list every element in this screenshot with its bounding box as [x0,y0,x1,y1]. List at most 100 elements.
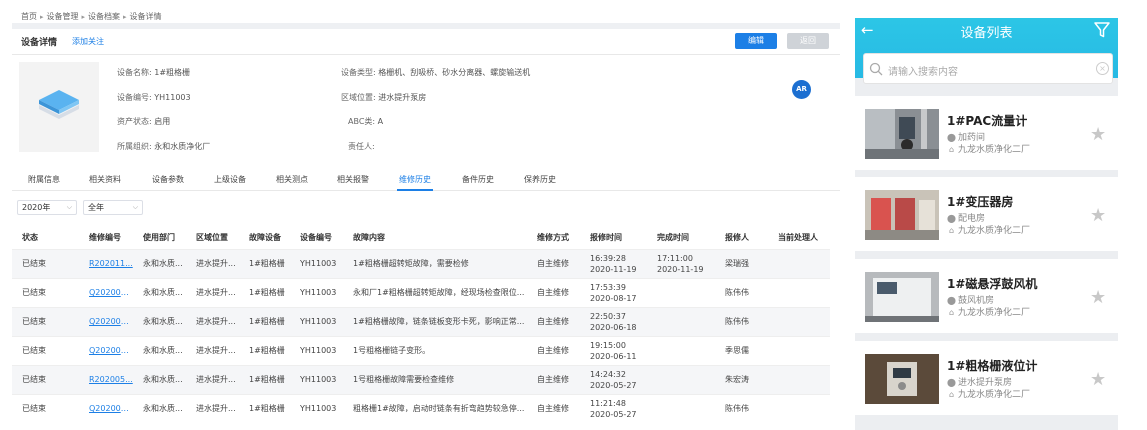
device-card-pac-flowmeter[interactable]: 1#PAC流量计 ⬤ 加药间 ⌂ 九龙水质净化二厂 ★ [855,96,1118,170]
device-thumbnail [865,109,939,159]
cell-repair-no-link[interactable]: R202011... [79,248,133,278]
cell-repair-no-link[interactable]: R202005... [79,364,133,394]
star-icon[interactable]: ★ [1090,287,1106,308]
chevron-right-icon: ▸ [81,13,86,21]
star-icon[interactable]: ★ [1090,369,1106,390]
cell-area: 进水提升... [186,248,239,278]
tab-device-params[interactable]: 设备参数 [152,174,184,185]
col-finish-time[interactable]: 完成时间 [647,227,715,249]
star-icon[interactable]: ★ [1090,205,1106,226]
table-row[interactable]: 已结束 Q202008... 永和水质... 进水提升... 1#粗格栅 YH11003 永… [12,277,830,307]
tab-spare-history[interactable]: 备件历史 [462,174,494,185]
cell-report-time: 16:39:28 2020-11-19 [580,248,647,278]
cell-repair-method: 自主维修 [527,364,580,394]
tab-attached-info[interactable]: 附属信息 [28,174,60,185]
star-icon[interactable]: ★ [1090,124,1106,145]
table-row[interactable]: 已结束 Q202006... 永和水质... 进水提升... 1#粗格栅 YH11003 1… [12,306,830,336]
breadcrumb-device-archive[interactable]: 设备档案 [88,12,120,21]
device-card-name: 1#PAC流量计 [947,114,1028,128]
cell-reporter: 季思儒 [715,335,768,365]
back-button[interactable]: 返回 [787,33,829,49]
cell-dept: 永和水质... [133,393,186,423]
chevron-down-icon: ⌵ [66,203,72,211]
cell-reporter: 陈伟伟 [715,277,768,307]
cell-dept: 永和水质... [133,335,186,365]
col-fault-device[interactable]: 故障设备 [239,227,290,249]
cell-fault-content: 1#粗格栅超转矩故障，需要检修 [343,248,527,278]
breadcrumb-home[interactable]: 首页 [21,12,37,21]
cell-repair-no-link[interactable]: Q202008... [79,277,133,307]
ar-icon[interactable]: AR [792,80,811,99]
cell-repair-method: 自主维修 [527,306,580,336]
device-name-row: 设备名称: 1#粗格栅 [117,68,191,77]
search-icon [869,62,883,76]
tab-repair-history[interactable]: 维修历史 [399,174,431,185]
tab-related-points[interactable]: 相关测点 [276,174,308,185]
tab-related-docs[interactable]: 相关资料 [89,174,121,185]
device-card-name: 1#粗格栅液位计 [947,359,1038,373]
cell-fault-device: 1#粗格栅 [239,248,290,278]
tab-parent-device[interactable]: 上级设备 [214,174,246,185]
device-card-org: ⌂ 九龙水质净化二厂 [948,390,1031,400]
breadcrumb: 首页 ▸ 设备管理 ▸ 设备档案 ▸ 设备详情 [21,11,162,22]
cell-repair-method: 自主维修 [527,277,580,307]
breadcrumb-device-mgmt[interactable]: 设备管理 [47,12,79,21]
repair-history-table: 状态 维修编号 使用部门 区域位置 故障设备 设备编号 故障内容 维修方式 报修… [12,227,830,423]
cell-finish-time [647,335,715,365]
col-fault-content[interactable]: 故障内容 [343,227,527,249]
mobile-search-input[interactable]: 请输入搜索内容 × [863,53,1113,84]
add-follow-link[interactable]: 添加关注 [72,36,104,47]
cell-status: 已结束 [12,335,79,365]
device-card-transformer-room[interactable]: 1#变压器房 ⬤ 配电房 ⌂ 九龙水质净化二厂 ★ [855,177,1118,251]
col-handler[interactable]: 当前处理人 [768,227,830,249]
col-dept[interactable]: 使用部门 [133,227,186,249]
col-repair-method[interactable]: 维修方式 [527,227,580,249]
device-detail-page: 首页 ▸ 设备管理 ▸ 设备档案 ▸ 设备详情 设备详情 添加关注 编辑 返回 设备名称: … [0,0,840,430]
cell-dept: 永和水质... [133,364,186,394]
cell-device-code: YH11003 [290,306,343,336]
cell-finish-time [647,277,715,307]
cell-area: 进水提升... [186,306,239,336]
cell-fault-device: 1#粗格栅 [239,335,290,365]
table-row[interactable]: 已结束 Q202006... 永和水质... 进水提升... 1#粗格栅 YH11003 1… [12,335,830,365]
cell-fault-content: 永和厂1#粗格栅超转矩故障，经现场检查限位... [343,277,527,307]
col-device-code[interactable]: 设备编号 [290,227,343,249]
cell-repair-method: 自主维修 [527,248,580,278]
table-row[interactable]: 已结束 R202005... 永和水质... 进水提升... 1#粗格栅 YH11003 1… [12,364,830,394]
table-row[interactable]: 已结束 Q202005... 永和水质... 进水提升... 1#粗格栅 YH11003 粗… [12,393,830,423]
device-card-name: 1#变压器房 [947,195,1014,209]
table-row[interactable]: 已结束 R202011... 永和水质... 进水提升... 1#粗格栅 YH11003 1… [12,248,830,278]
col-area[interactable]: 区域位置 [186,227,239,249]
edit-button[interactable]: 编辑 [735,33,777,49]
header-divider [12,54,840,55]
cell-repair-no-link[interactable]: Q202005... [79,393,133,423]
clear-icon[interactable]: × [1096,62,1109,75]
breadcrumb-device-detail: 设备详情 [129,12,162,21]
device-layers-icon [39,90,79,119]
tab-maintenance-history[interactable]: 保养历史 [524,174,556,185]
cell-fault-content: 1#粗格栅故障，链条链板变形卡死，影响正常... [343,306,527,336]
cell-handler [768,306,830,336]
cell-device-code: YH11003 [290,364,343,394]
cell-fault-device: 1#粗格栅 [239,364,290,394]
period-select[interactable]: 全年 ⌵ [83,200,143,215]
cell-handler [768,335,830,365]
org-row: 所属组织: 永和水质净化厂 [117,142,211,151]
device-card-screen-level-meter[interactable]: 1#粗格栅液位计 ⬤ 进水提升泵房 ⌂ 九龙水质净化二厂 ★ [855,341,1118,415]
cell-repair-no-link[interactable]: Q202006... [79,306,133,336]
col-status[interactable]: 状态 [12,227,79,249]
col-repair-no[interactable]: 维修编号 [79,227,133,249]
cell-repair-method: 自主维修 [527,393,580,423]
device-card-maglev-blower[interactable]: 1#磁悬浮鼓风机 ⬤ 鼓风机房 ⌂ 九龙水质净化二厂 ★ [855,259,1118,333]
cell-dept: 永和水质... [133,248,186,278]
device-thumbnail [865,354,939,404]
tab-related-alarms[interactable]: 相关报警 [337,174,369,185]
col-report-time[interactable]: 报修时间 [580,227,647,249]
asset-status-row: 资产状态: 启用 [117,117,171,126]
location-pin-icon: ⬤ [947,133,956,142]
col-reporter[interactable]: 报修人 [715,227,768,249]
device-name-value: 1#粗格栅 [154,68,191,77]
filter-icon[interactable] [1093,21,1111,39]
year-select[interactable]: 2020年 ⌵ [17,200,77,215]
cell-repair-no-link[interactable]: Q202006... [79,335,133,365]
